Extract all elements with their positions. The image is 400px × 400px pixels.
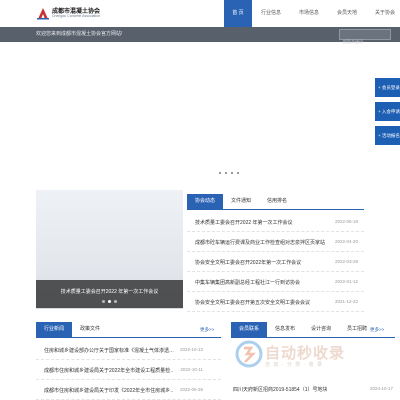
nav-home[interactable]: 首 页	[224, 0, 252, 27]
carousel-dot[interactable]	[237, 172, 239, 174]
member-login-tab[interactable]: + 会员登录	[375, 78, 400, 97]
list-item-date: 2024-10-17	[369, 386, 393, 391]
association-news-list: 技术质量工委会召开2022 年第一次工作会议 2022-05-18 成都市砼车辆…	[187, 212, 364, 312]
list-item[interactable]: 协会安全文明工委会召开2022年第一次工作会议 2022-03-28	[187, 252, 364, 272]
list-item[interactable]: 四川天府新区招商2019-51854（1）号地块 2024-10-17	[231, 382, 395, 396]
banner-dots	[36, 300, 183, 303]
welcome-bar: 欢迎您来到成都市混凝土协会官方网站!	[0, 27, 400, 46]
watermark-subtext: 自 动 · 分 类 · 收 录	[265, 362, 324, 368]
industry-more-link[interactable]: 更多>>	[200, 327, 214, 333]
list-item-date: 2022-01-12	[334, 279, 358, 284]
welcome-text: 欢迎您来到成都市混凝土协会官方网站!	[36, 31, 123, 37]
association-tabs: 协会动态 文件通知 信用排名	[187, 194, 295, 209]
carousel-dot[interactable]	[231, 172, 233, 174]
market-tabs: 会员联系 信息发布 设计咨询 员工招聘	[231, 322, 375, 337]
news-banner[interactable]: 技术质量工委会召开2022 年第一次工作会议	[36, 190, 183, 309]
watermark-overlay: 自动秒收录 自 动 · 分 类 · 收 录	[235, 340, 385, 370]
industry-tabs: 行业新闻 政策文件	[36, 322, 108, 337]
tab-member-contact[interactable]: 会员联系	[231, 322, 268, 337]
carousel-dot[interactable]	[225, 172, 227, 174]
watermark-text: 自动秒收录	[265, 345, 346, 362]
list-item-title[interactable]: 成都市砼车辆运行费课及商业工作检查组对志泉拌区页家站点进行车…	[195, 239, 325, 246]
tab-file-notice[interactable]: 文件通知	[223, 194, 259, 209]
list-item[interactable]: 技术质量工委会召开2022 年第一次工作会议 2022-05-18	[187, 212, 364, 232]
watermark-logo-icon	[235, 340, 263, 368]
tab-policy-files[interactable]: 政策文件	[72, 322, 108, 337]
tab-info-publish[interactable]: 信息发布	[267, 322, 303, 337]
event-signup-tab[interactable]: + 活动报名	[375, 126, 400, 145]
list-item-date: 2022-05-18	[334, 219, 358, 224]
list-item-date: 2022-03-28	[334, 259, 358, 264]
list-item[interactable]: 成都市住房和城乡建设局关于印发《2022年全市住房城乡… 2022-05-26	[36, 380, 221, 400]
nav-members[interactable]: 会员天地	[328, 0, 366, 27]
logo-icon	[37, 8, 49, 20]
list-item-title[interactable]: 成都市住房和城乡建设局关于2022年全市建设工程质量检…	[44, 367, 174, 374]
market-more-link[interactable]: 更多>>	[370, 327, 384, 333]
banner-caption-text: 技术质量工委会召开2022 年第一次工作会议	[60, 289, 159, 295]
site-header: 成都市混凝土协会 Chengdu Concrete Association 首 …	[0, 0, 400, 27]
tab-credit-ranking[interactable]: 信用排名	[259, 194, 295, 209]
tab-association-news[interactable]: 协会动态	[187, 194, 224, 209]
list-item[interactable]: 中集车辆集团高新副总经工程社江一行到访协会 2022-01-12	[187, 272, 364, 292]
list-item[interactable]: 成都市住房和城乡建设局关于2022年全市建设工程质量检… 2022-10-11	[36, 360, 221, 380]
list-item-title[interactable]: 中集车辆集团高新副总经工程社江一行到访协会	[195, 279, 300, 286]
list-item-title[interactable]: 成都市住房和城乡建设局关于印发《2022年全市住房城乡…	[44, 387, 174, 394]
list-item-date: 2022-10-11	[180, 367, 203, 372]
tab-design-consult[interactable]: 设计咨询	[303, 322, 339, 337]
list-item-date: 2022-04-20	[334, 239, 358, 244]
search-input[interactable]	[340, 37, 390, 46]
list-item[interactable]: 住房和城乡建设部办公厅关于国家标准《混凝土气体渗透… 2022-10-13	[36, 340, 221, 360]
banner-dot[interactable]	[102, 300, 105, 303]
list-item-title[interactable]: 技术质量工委会召开2022 年第一次工作会议	[195, 219, 293, 226]
main-nav: 首 页 行业信息 市场信息 会员天地 关于协会	[224, 0, 400, 27]
list-item-date: 2022-10-13	[179, 347, 203, 352]
nav-industry-info[interactable]: 行业信息	[252, 0, 290, 27]
list-item[interactable]: 成都市砼车辆运行费课及商业工作检查组对志泉拌区页家站点进行车… 2022-04-…	[187, 232, 364, 252]
list-item-date: 2022-05-26	[179, 387, 203, 392]
list-item-title[interactable]: 协会安全文明工委会召开2022年第一次工作会议	[195, 259, 301, 266]
site-logo[interactable]: 成都市混凝土协会 Chengdu Concrete Association	[36, 4, 146, 24]
list-item-title[interactable]: 四川天府新区招商2019-51854（1）号地块	[233, 386, 327, 393]
join-apply-tab[interactable]: + 入会申请	[375, 102, 400, 121]
market-tab-line	[231, 337, 395, 338]
industry-news-list: 住房和城乡建设部办公厅关于国家标准《混凝土气体渗透… 2022-10-13 成都…	[36, 340, 221, 400]
association-tab-line	[187, 209, 364, 210]
list-item-title[interactable]: 住房和城乡建设部办公厅关于国家标准《混凝土气体渗透…	[44, 347, 174, 354]
tab-industry-news[interactable]: 行业新闻	[36, 322, 73, 337]
market-list: 四川天府新区招商2019-51854（1）号地块 2024-10-17	[231, 382, 395, 396]
banner-dot-active[interactable]	[108, 300, 111, 303]
nav-market-info[interactable]: 市场信息	[290, 0, 328, 27]
list-item[interactable]: 协会安全文明工委会召开第五次安全文明工委会会议 2021-12-22	[187, 292, 364, 312]
list-item-title[interactable]: 协会安全文明工委会召开第五次安全文明工委会会议	[195, 299, 310, 306]
list-item-date: 2021-12-22	[334, 299, 358, 304]
banner-dot[interactable]	[114, 300, 117, 303]
banner-caption: 技术质量工委会召开2022 年第一次工作会议	[36, 280, 183, 308]
carousel-dots	[219, 172, 239, 174]
nav-about[interactable]: 关于协会	[366, 0, 400, 27]
search-box	[339, 29, 391, 46]
logo-subtitle: Chengdu Concrete Association	[52, 14, 101, 18]
industry-tab-line	[36, 337, 221, 338]
carousel-dot[interactable]	[219, 172, 221, 174]
